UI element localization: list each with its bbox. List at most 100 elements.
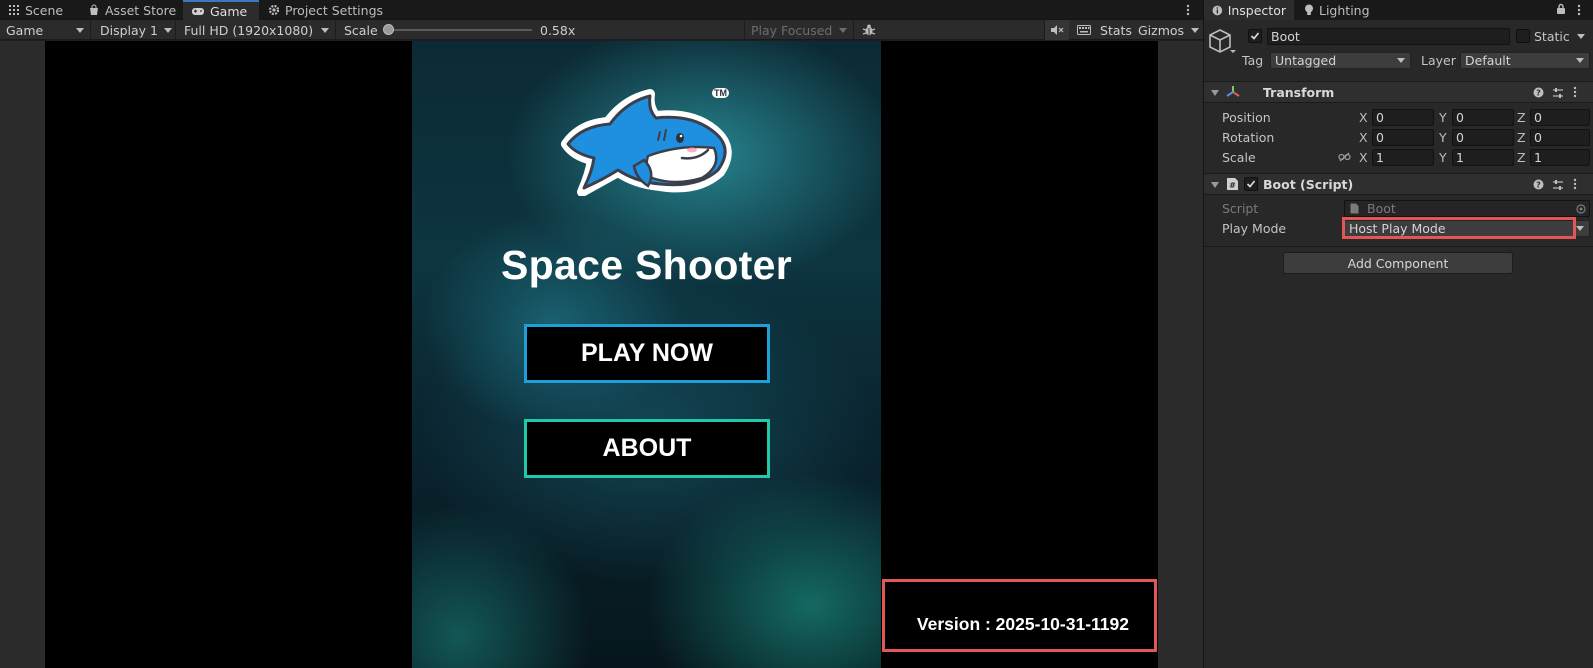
tab-label: Game	[210, 3, 248, 19]
axis-x-label: X	[1359, 110, 1368, 125]
active-checkbox[interactable]	[1248, 29, 1262, 43]
chevron-down-icon	[1191, 27, 1199, 33]
more-options-icon[interactable]	[1573, 178, 1577, 190]
editor-tab-bar: Scene Asset Store Game Project Settings	[0, 0, 1203, 20]
scale-row-label: Scale	[1222, 150, 1256, 165]
info-icon	[1212, 5, 1223, 15]
scale-label: Scale	[344, 22, 378, 38]
tab-label: Scene	[25, 2, 64, 18]
scale-slider-thumb[interactable]	[383, 24, 394, 35]
lock-icon[interactable]	[1556, 3, 1566, 15]
preset-sliders-icon[interactable]	[1552, 87, 1564, 99]
preset-sliders-icon[interactable]	[1552, 179, 1564, 191]
chevron-down-icon	[1576, 58, 1584, 63]
play-mode-label: Play Focused	[751, 22, 833, 38]
transform-title: Transform	[1263, 85, 1335, 100]
script-reference-field: Boot	[1344, 200, 1590, 217]
boot-script-title: Boot (Script)	[1263, 177, 1354, 192]
tab-inspector[interactable]: Inspector	[1204, 0, 1294, 20]
layer-value: Default	[1465, 53, 1511, 68]
display-mode-dropdown[interactable]: Game	[0, 20, 91, 40]
display-mode-label: Game	[6, 22, 44, 38]
chevron-down-icon	[1576, 226, 1584, 231]
tab-scene[interactable]: Scene	[0, 0, 71, 20]
play-mode-highlight-box	[1342, 217, 1576, 239]
keyboard-icon[interactable]	[1071, 20, 1096, 40]
axis-z-label: Z	[1517, 150, 1526, 165]
rotation-y-input[interactable]: 0	[1452, 129, 1514, 146]
tag-value: Untagged	[1275, 53, 1337, 68]
scale-y-input[interactable]: 1	[1452, 149, 1514, 166]
game-view-letterbox: TM Space Shooter PLAY NOW ABOUT Version …	[45, 41, 1158, 668]
constrain-proportions-icon[interactable]	[1338, 152, 1351, 162]
object-name-input[interactable]: Boot	[1267, 28, 1510, 45]
play-now-button[interactable]: PLAY NOW	[524, 324, 770, 383]
version-highlight-box	[882, 579, 1157, 652]
display-dropdown[interactable]: Display 1	[94, 20, 176, 40]
add-component-button[interactable]: Add Component	[1283, 252, 1513, 274]
scale-slider[interactable]	[383, 20, 533, 40]
position-x-input[interactable]: 0	[1372, 109, 1434, 126]
chevron-down-icon	[76, 27, 84, 33]
position-y-input[interactable]: 0	[1452, 109, 1514, 126]
axis-x-label: X	[1359, 150, 1368, 165]
inspector-panel: Inspector Lighting Boot Static Tag Untag…	[1204, 0, 1593, 668]
scale-z-input[interactable]: 1	[1530, 149, 1590, 166]
axis-z-label: Z	[1517, 110, 1526, 125]
script-file-icon	[1350, 203, 1359, 214]
bulb-icon	[1305, 4, 1313, 15]
resolution-dropdown[interactable]: Full HD (1920x1080)	[178, 20, 336, 40]
scale-value: 0.58x	[540, 22, 576, 38]
stats-button[interactable]: Stats	[1098, 20, 1134, 40]
scale-x-input[interactable]: 1	[1372, 149, 1434, 166]
boot-script-header[interactable]: # Boot (Script) ?	[1204, 173, 1593, 195]
play-mode-dropdown[interactable]: Play Focused	[744, 20, 854, 40]
tab-project-settings[interactable]: Project Settings	[260, 0, 391, 20]
inspector-tab-bar: Inspector Lighting	[1204, 0, 1593, 20]
script-value: Boot	[1367, 201, 1396, 216]
tab-lighting[interactable]: Lighting	[1296, 0, 1378, 20]
gizmos-dropdown[interactable]: Gizmos	[1136, 20, 1203, 40]
resolution-label: Full HD (1920x1080)	[184, 22, 314, 38]
static-checkbox[interactable]	[1516, 29, 1530, 43]
about-button[interactable]: ABOUT	[524, 419, 770, 478]
scale-slider-track	[387, 29, 532, 31]
foldout-arrow-icon[interactable]	[1211, 90, 1219, 96]
layer-dropdown[interactable]: Default	[1460, 52, 1590, 69]
tag-dropdown[interactable]: Untagged	[1270, 52, 1411, 69]
svg-text:?: ?	[1536, 181, 1541, 190]
gear-icon	[268, 4, 280, 16]
help-icon[interactable]: ?	[1533, 87, 1544, 98]
tab-game[interactable]: Game	[183, 0, 259, 20]
help-icon[interactable]: ?	[1533, 179, 1544, 190]
tab-asset-store[interactable]: Asset Store	[80, 0, 184, 20]
more-options-icon[interactable]	[1181, 1, 1195, 19]
static-label: Static	[1534, 29, 1570, 44]
chevron-down-icon	[321, 27, 329, 33]
more-options-icon[interactable]	[1573, 86, 1577, 98]
position-z-input[interactable]: 0	[1530, 109, 1590, 126]
game-viewport[interactable]: TM Space Shooter PLAY NOW ABOUT Version …	[0, 41, 1203, 668]
script-label: Script	[1222, 201, 1259, 216]
rotation-z-input[interactable]: 0	[1530, 129, 1590, 146]
tab-label: Lighting	[1319, 2, 1370, 18]
component-separator	[1204, 246, 1593, 247]
script-file-icon: #	[1227, 178, 1238, 190]
rotation-x-input[interactable]: 0	[1372, 129, 1434, 146]
chevron-down-icon[interactable]	[1577, 34, 1585, 39]
foldout-arrow-icon[interactable]	[1211, 182, 1219, 188]
chevron-down-icon	[1397, 58, 1405, 63]
bug-icon[interactable]	[859, 20, 879, 40]
chevron-down-icon	[164, 27, 173, 33]
transform-header[interactable]: Transform ?	[1204, 81, 1593, 103]
more-options-icon[interactable]	[1572, 1, 1586, 19]
play-mode-label: Play Mode	[1222, 221, 1287, 236]
tab-label: Asset Store	[105, 2, 177, 18]
position-label: Position	[1222, 110, 1271, 125]
bag-icon	[90, 4, 98, 15]
chevron-down-icon	[839, 27, 847, 33]
script-enabled-checkbox[interactable]	[1244, 177, 1258, 191]
game-toolbar: Game Display 1 Full HD (1920x1080) Scale…	[0, 20, 1203, 40]
tab-label: Inspector	[1227, 2, 1286, 18]
mute-audio-icon[interactable]	[1044, 20, 1069, 40]
